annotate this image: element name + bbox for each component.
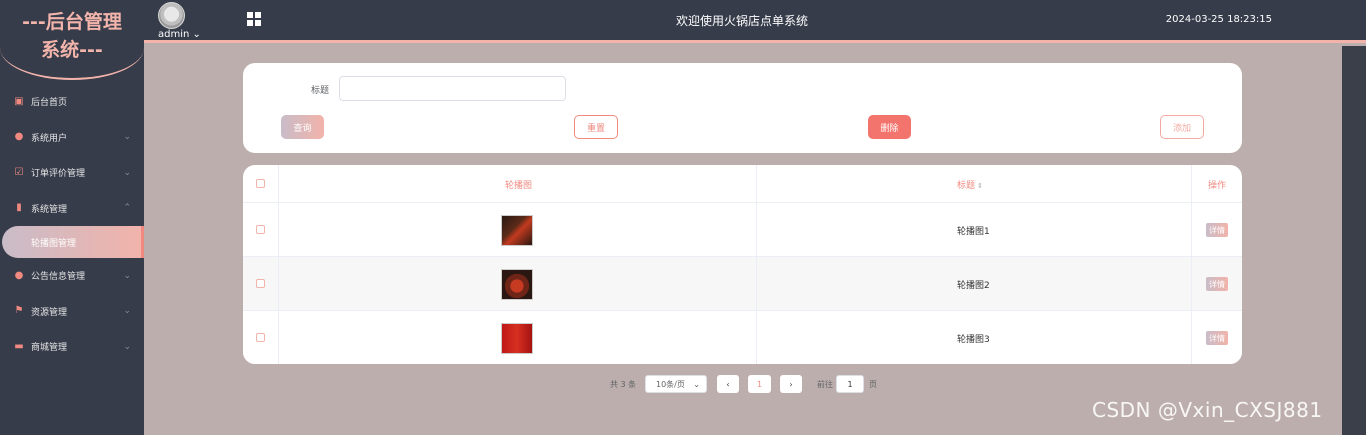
page-size-value: 10条/页: [656, 379, 685, 389]
user-icon: ●: [14, 131, 24, 143]
data-table: 轮播图 标题 ⇕ 操作 轮播图1 详情 轮播图2 详情 轮播图3 详情: [243, 165, 1242, 364]
row-title: 轮播图2: [957, 281, 990, 291]
page-title: 欢迎使用火锅店点单系统: [675, 14, 808, 28]
row-checkbox[interactable]: [256, 279, 265, 288]
sidebar-item-system[interactable]: ▮ 系统管理 ⌃: [0, 191, 144, 227]
chevron-down-icon: ⌄: [123, 341, 131, 352]
user-menu[interactable]: admin ⌄: [158, 29, 201, 40]
column-header-image: 轮播图: [505, 181, 533, 191]
brand-line-2: 系统---: [41, 39, 103, 61]
sort-icon[interactable]: ⇕: [977, 182, 983, 190]
sidebar-item-carousel[interactable]: 轮播图管理: [2, 226, 144, 258]
monitor-icon: ▣: [14, 95, 24, 107]
table-row: 轮播图1 详情: [243, 203, 1242, 257]
brand-logo: ---后台管理 系统---: [0, 0, 144, 80]
goto-label: 前往: [817, 379, 833, 389]
top-header: admin ⌄ 欢迎使用火锅店点单系统 2024-03-25 18:23:15: [144, 0, 1366, 43]
detail-button[interactable]: 详情: [1206, 223, 1228, 237]
detail-button[interactable]: 详情: [1206, 277, 1228, 291]
row-title: 轮播图1: [957, 227, 990, 237]
carousel-thumbnail[interactable]: [501, 215, 533, 246]
sidebar-item-announcements[interactable]: ● 公告信息管理 ⌄: [0, 258, 144, 294]
active-indicator: [141, 226, 144, 258]
select-all-checkbox[interactable]: [256, 179, 265, 188]
row-checkbox[interactable]: [256, 225, 265, 234]
sidebar-item-label: 轮播图管理: [31, 238, 77, 249]
brand-line-1: ---后台管理: [22, 11, 122, 33]
column-header-title[interactable]: 标题 ⇕: [957, 178, 983, 191]
checkbox-icon: ☑: [14, 166, 24, 178]
delete-button[interactable]: 删除: [868, 115, 911, 139]
reset-button[interactable]: 重置: [574, 115, 618, 139]
chevron-down-icon: ⌄: [693, 379, 700, 389]
sidebar-item-label: 商城管理: [31, 343, 68, 354]
bar-chart-icon: ▮: [16, 202, 22, 214]
page-suffix-label: 页: [869, 379, 877, 389]
sidebar-menu: ▣ 后台首页 ● 系统用户 ⌄ ☑ 订单评价管理 ⌄ ▮ 系统管理 ⌃ 轮播图管…: [0, 84, 144, 365]
table-row: 轮播图2 详情: [243, 257, 1242, 311]
next-page-button[interactable]: ›: [780, 375, 802, 393]
column-divider: [278, 165, 279, 364]
row-title: 轮播图3: [957, 335, 990, 345]
page-size-select[interactable]: 10条/页 ⌄: [645, 375, 707, 393]
column-divider: [1191, 165, 1192, 364]
carousel-thumbnail[interactable]: [501, 323, 533, 354]
sidebar-item-label: 系统管理: [31, 204, 68, 215]
title-label: 标题: [311, 86, 330, 96]
table-row: 轮播图3 详情: [243, 311, 1242, 364]
prev-page-button[interactable]: ‹: [717, 375, 739, 393]
chevron-down-icon: ⌄: [123, 167, 131, 178]
sidebar-item-home[interactable]: ▣ 后台首页: [0, 84, 144, 120]
scrollbar[interactable]: [1342, 46, 1366, 435]
flag-icon: ⚑: [14, 305, 24, 317]
title-search-input[interactable]: [339, 76, 566, 101]
chevron-down-icon: ⌄: [123, 270, 131, 281]
column-header-action: 操作: [1208, 181, 1227, 191]
sidebar-item-resources[interactable]: ⚑ 资源管理 ⌄: [0, 294, 144, 330]
sidebar: ---后台管理 系统--- ▣ 后台首页 ● 系统用户 ⌄ ☑ 订单评价管理 ⌄…: [0, 0, 144, 435]
datetime: 2024-03-25 18:23:15: [1165, 14, 1272, 25]
table-header-row: 轮播图 标题 ⇕ 操作: [243, 165, 1242, 203]
username: admin: [158, 29, 190, 40]
sidebar-item-label: 订单评价管理: [31, 169, 86, 180]
column-divider: [756, 165, 757, 364]
add-button[interactable]: 添加: [1160, 115, 1204, 139]
sidebar-item-users[interactable]: ● 系统用户 ⌄: [0, 120, 144, 156]
row-checkbox[interactable]: [256, 333, 265, 342]
page-number-current[interactable]: 1: [748, 375, 771, 393]
sidebar-item-label: 后台首页: [31, 98, 68, 109]
info-icon: ●: [14, 269, 24, 281]
sidebar-item-shop[interactable]: ▬ 商城管理 ⌄: [0, 329, 144, 365]
chevron-down-icon: ⌄: [123, 132, 131, 143]
sidebar-item-label: 公告信息管理: [31, 272, 86, 283]
chevron-down-icon: ⌄: [123, 306, 131, 317]
sidebar-item-order-reviews[interactable]: ☑ 订单评价管理 ⌄: [0, 155, 144, 191]
shop-icon: ▬: [14, 340, 24, 352]
sidebar-item-label: 系统用户: [31, 133, 68, 144]
goto-page-input[interactable]: 1: [836, 375, 864, 393]
detail-button[interactable]: 详情: [1206, 331, 1228, 345]
query-button[interactable]: 查询: [281, 115, 324, 139]
column-header-title-text: 标题: [957, 181, 976, 191]
watermark: CSDN @Vxin_CXSJ881: [1092, 398, 1323, 422]
chevron-down-icon: ⌄: [192, 29, 201, 40]
carousel-thumbnail[interactable]: [501, 269, 533, 300]
search-panel: 标题 查询 重置 删除 添加: [243, 63, 1242, 153]
pagination-total: 共 3 条: [610, 379, 637, 389]
sidebar-item-label: 资源管理: [31, 307, 68, 318]
chevron-up-icon: ⌃: [123, 203, 131, 214]
